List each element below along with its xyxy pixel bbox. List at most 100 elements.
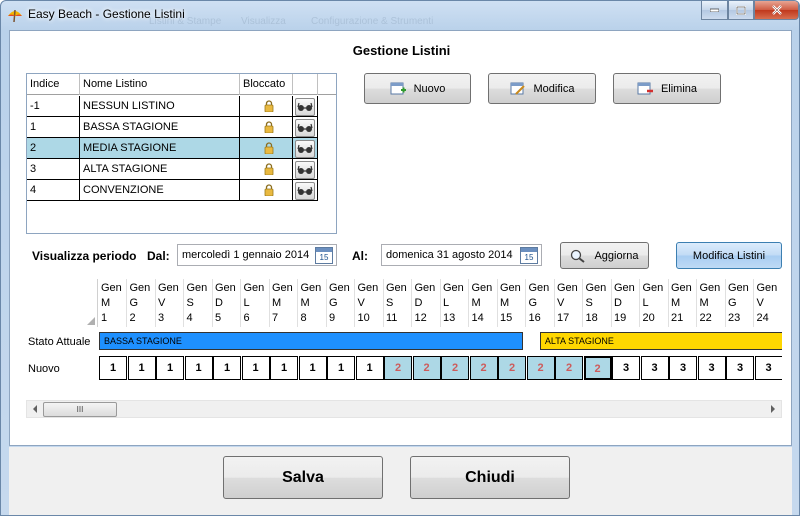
day-number: 18 xyxy=(585,312,598,324)
save-label: Salva xyxy=(282,468,324,486)
day-weekday: D xyxy=(215,297,223,309)
lock-icon xyxy=(264,121,274,133)
day-month: Gen xyxy=(215,282,236,294)
new-list-cell[interactable]: 1 xyxy=(156,356,184,380)
scroll-thumb[interactable]: III xyxy=(43,402,117,417)
new-list-cell[interactable]: 3 xyxy=(640,356,669,380)
new-list-cell[interactable]: 3 xyxy=(754,356,782,380)
state-bar: BASSA STAGIONE xyxy=(99,332,523,350)
day-column-header: Gen G 2 xyxy=(127,279,156,327)
view-list-button[interactable] xyxy=(295,182,315,200)
row-action xyxy=(293,96,318,117)
day-column-header: Gen M 15 xyxy=(497,279,526,327)
new-list-cell[interactable]: 2 xyxy=(555,356,583,380)
day-weekday: V xyxy=(158,297,166,309)
day-column-header: Gen L 6 xyxy=(241,279,270,327)
delete-list-button[interactable]: Elimina xyxy=(613,73,721,104)
day-month: Gen xyxy=(528,282,550,294)
new-list-cell[interactable]: 2 xyxy=(498,356,526,380)
magnifier-icon xyxy=(571,249,586,263)
day-column-header: Gen V 10 xyxy=(355,279,384,327)
new-list-cell[interactable]: 3 xyxy=(669,356,697,380)
header-index[interactable]: Indice xyxy=(27,74,80,95)
new-list-cell[interactable]: 3 xyxy=(612,356,640,380)
calendar-icon[interactable]: 15 xyxy=(520,247,538,264)
new-list-cell[interactable]: 2 xyxy=(469,356,498,380)
new-list-cell[interactable]: 1 xyxy=(213,356,241,380)
day-weekday: G xyxy=(129,297,139,309)
day-column-header: Gen G 16 xyxy=(526,279,555,327)
calendar-icon[interactable]: 15 xyxy=(315,247,333,264)
new-list-cell[interactable]: 2 xyxy=(526,356,555,380)
scroll-right-icon[interactable] xyxy=(771,405,779,413)
day-number: 12 xyxy=(414,312,427,324)
calendar-glyph: 15 xyxy=(319,253,329,262)
lock-icon xyxy=(264,163,274,175)
new-list-cell[interactable]: 1 xyxy=(355,356,384,380)
calendar-glyph: 15 xyxy=(524,253,534,262)
day-weekday: S xyxy=(186,297,194,309)
listini-table[interactable]: Indice Nome Listino Bloccato -1 NESSUN LI… xyxy=(26,73,337,234)
save-button[interactable]: Salva xyxy=(223,456,383,499)
row-name: MEDIA STAGIONE xyxy=(80,138,240,159)
minimize-button[interactable] xyxy=(701,1,728,20)
edit-document-icon xyxy=(510,82,525,95)
day-month: Gen xyxy=(186,282,208,294)
close-window-button[interactable] xyxy=(754,1,799,20)
new-list-cell[interactable]: 2 xyxy=(384,356,412,380)
edit-list-button[interactable]: Modifica xyxy=(488,73,596,104)
day-number: 8 xyxy=(300,312,307,324)
maximize-button[interactable] xyxy=(728,1,754,20)
new-list-cell[interactable]: 1 xyxy=(127,356,156,380)
day-month: Gen xyxy=(443,282,464,294)
row-name: NESSUN LISTINO xyxy=(80,96,240,117)
new-list-cell[interactable]: 2 xyxy=(583,356,612,380)
new-list-button[interactable]: Nuovo xyxy=(364,73,471,104)
day-month: Gen xyxy=(386,282,407,294)
edit-lists-button[interactable]: Modifica Listini xyxy=(676,242,782,269)
day-weekday: M xyxy=(300,297,310,309)
day-month: Gen xyxy=(243,282,265,294)
view-list-button[interactable] xyxy=(295,98,315,116)
refresh-button[interactable]: Aggiorna xyxy=(560,242,649,269)
day-month: Gen xyxy=(756,282,778,294)
day-weekday: M xyxy=(671,297,681,309)
row-index: 3 xyxy=(27,159,80,180)
day-column-header: Gen M 22 xyxy=(697,279,726,327)
day-number: 23 xyxy=(728,312,741,324)
day-number: 3 xyxy=(158,312,165,324)
header-locked[interactable]: Bloccato xyxy=(240,74,293,95)
day-column-header: Gen S 18 xyxy=(583,279,612,327)
new-list-cell[interactable]: 1 xyxy=(298,356,327,380)
new-list-cell[interactable]: 3 xyxy=(726,356,754,380)
view-list-button[interactable] xyxy=(295,140,315,158)
new-list-cell[interactable]: 2 xyxy=(441,356,469,380)
day-number: 21 xyxy=(671,312,684,324)
view-list-button[interactable] xyxy=(295,161,315,179)
day-column-header: Gen D 5 xyxy=(212,279,241,327)
header-name[interactable]: Nome Listino xyxy=(80,74,240,95)
app-window: Easy Beach - Gestione Listini Listini & … xyxy=(0,0,800,516)
day-weekday: G xyxy=(728,297,737,309)
glasses-icon xyxy=(297,165,313,174)
view-list-button[interactable] xyxy=(295,119,315,137)
day-number: 24 xyxy=(756,312,769,324)
row-index: -1 xyxy=(27,96,80,117)
day-column-header: Gen S 4 xyxy=(184,279,213,327)
new-list-cell[interactable]: 2 xyxy=(412,356,441,380)
new-list-cell[interactable]: 3 xyxy=(697,356,726,380)
refresh-label: Aggiorna xyxy=(594,249,639,262)
timeline-scrollbar[interactable]: III xyxy=(26,400,782,418)
new-list-cell[interactable]: 1 xyxy=(184,356,213,380)
new-list-cell[interactable]: 1 xyxy=(270,356,298,380)
scroll-left-icon[interactable] xyxy=(29,405,37,413)
from-date-picker[interactable]: mercoledì 1 gennaio 2014 15 xyxy=(177,244,337,266)
to-date-picker[interactable]: domenica 31 agosto 2014 15 xyxy=(381,244,542,266)
close-button[interactable]: Chiudi xyxy=(410,456,570,499)
row-locked xyxy=(240,159,293,180)
new-list-cell[interactable]: 1 xyxy=(241,356,270,380)
row-locked xyxy=(240,117,293,138)
new-list-cell[interactable]: 1 xyxy=(327,356,355,380)
day-column-header: Gen M 14 xyxy=(469,279,498,327)
new-list-cell[interactable]: 1 xyxy=(99,356,127,380)
